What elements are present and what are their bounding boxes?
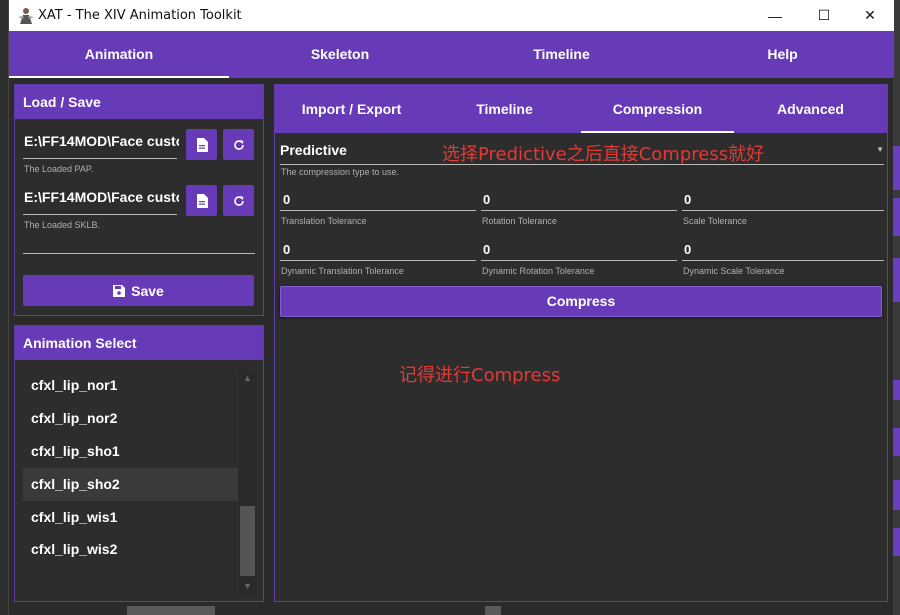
list-item[interactable]: cfxl_lip_nor2 xyxy=(23,402,238,435)
scroll-thumb[interactable] xyxy=(240,506,255,576)
scale-tolerance-label: Scale Tolerance xyxy=(683,216,747,226)
title-bar: XAT - The XIV Animation Toolkit — ☐ ✕ xyxy=(9,0,894,31)
scale-tolerance-underline xyxy=(682,210,884,211)
compression-type-value: Predictive xyxy=(280,142,347,158)
tab-advanced[interactable]: Advanced xyxy=(734,85,887,133)
close-button[interactable]: ✕ xyxy=(847,0,893,31)
app-logo-icon xyxy=(18,8,34,24)
sklb-help-text: The Loaded SKLB. xyxy=(24,220,101,230)
dynamic-translation-tolerance-input[interactable]: 0 xyxy=(283,242,290,257)
pap-reload-button[interactable] xyxy=(223,129,254,160)
tab-compression[interactable]: Compression xyxy=(581,85,734,133)
list-item[interactable]: cfxl_lip_wis2 xyxy=(23,533,238,566)
tab-timeline[interactable]: Timeline xyxy=(428,85,581,133)
background-taskbar-fragment xyxy=(127,606,215,615)
dynamic-scale-tolerance-label: Dynamic Scale Tolerance xyxy=(683,266,785,276)
scale-tolerance-input[interactable]: 0 xyxy=(684,192,691,207)
compress-button[interactable]: Compress xyxy=(280,286,882,317)
sklb-field-underline xyxy=(23,214,177,215)
pap-path-field[interactable]: E:\FF14MOD\Face custo xyxy=(24,133,179,149)
list-scrollbar[interactable]: ▲ ▼ xyxy=(239,370,256,594)
load-save-header: Load / Save xyxy=(15,85,263,119)
compression-type-help: The compression type to use. xyxy=(281,167,400,177)
save-button[interactable]: Save xyxy=(23,275,254,306)
dynamic-translation-tolerance-underline xyxy=(280,260,476,261)
file-icon xyxy=(196,193,208,208)
menu-tab-help[interactable]: Help xyxy=(672,31,893,78)
rotation-tolerance-input[interactable]: 0 xyxy=(483,192,490,207)
refresh-icon xyxy=(233,139,244,150)
dynamic-scale-tolerance-input[interactable]: 0 xyxy=(684,242,691,257)
list-item[interactable]: cfxl_lip_wis1 xyxy=(23,501,238,534)
chevron-down-icon: ▼ xyxy=(876,145,884,154)
background-taskbar-fragment xyxy=(485,606,501,615)
dynamic-rotation-tolerance-underline xyxy=(481,260,677,261)
tab-import-export[interactable]: Import / Export xyxy=(275,85,428,133)
sklb-reload-button[interactable] xyxy=(223,185,254,216)
app-window: XAT - The XIV Animation Toolkit — ☐ ✕ An… xyxy=(8,0,894,615)
scroll-up-arrow-icon[interactable]: ▲ xyxy=(239,370,256,386)
content-tab-bar: Import / Export Timeline Compression Adv… xyxy=(275,85,887,133)
dynamic-rotation-tolerance-input[interactable]: 0 xyxy=(483,242,490,257)
scroll-down-arrow-icon[interactable]: ▼ xyxy=(239,578,256,594)
main-menu-bar: Animation Skeleton Timeline Help xyxy=(9,31,894,78)
translation-tolerance-label: Translation Tolerance xyxy=(281,216,367,226)
window-title: XAT - The XIV Animation Toolkit xyxy=(38,8,242,23)
save-icon xyxy=(113,284,126,297)
refresh-icon xyxy=(233,195,244,206)
menu-tab-timeline[interactable]: Timeline xyxy=(451,31,672,78)
empty-field-underline xyxy=(23,253,255,254)
pap-help-text: The Loaded PAP. xyxy=(24,164,94,174)
list-item[interactable]: cfxl_lip_nor1 xyxy=(23,369,238,402)
rotation-tolerance-underline xyxy=(481,210,677,211)
translation-tolerance-input[interactable]: 0 xyxy=(283,192,290,207)
save-button-label: Save xyxy=(131,282,164,299)
dynamic-translation-tolerance-label: Dynamic Translation Tolerance xyxy=(281,266,404,276)
dynamic-rotation-tolerance-label: Dynamic Rotation Tolerance xyxy=(482,266,595,276)
dynamic-scale-tolerance-underline xyxy=(682,260,884,261)
sklb-path-field[interactable]: E:\FF14MOD\Face custo xyxy=(24,189,179,205)
rotation-tolerance-label: Rotation Tolerance xyxy=(482,216,557,226)
maximize-button[interactable]: ☐ xyxy=(801,0,847,31)
animation-select-panel: Animation Select cfxl_lip_nor1 cfxl_lip_… xyxy=(14,325,264,602)
pap-open-button[interactable] xyxy=(186,129,217,160)
sklb-open-button[interactable] xyxy=(186,185,217,216)
list-item[interactable]: cfxl_lip_sho1 xyxy=(23,435,238,468)
translation-tolerance-underline xyxy=(280,210,476,211)
list-item-selected[interactable]: cfxl_lip_sho2 xyxy=(23,468,238,501)
load-save-panel: Load / Save E:\FF14MOD\Face custo The Lo… xyxy=(14,84,264,316)
annotation-note-2: 记得进行Compress xyxy=(399,365,561,386)
menu-tab-skeleton[interactable]: Skeleton xyxy=(229,31,451,78)
animation-select-header: Animation Select xyxy=(15,326,263,360)
menu-tab-animation[interactable]: Animation xyxy=(9,31,229,78)
minimize-button[interactable]: — xyxy=(752,0,798,31)
background-window-edge xyxy=(892,0,900,615)
annotation-note-1: 选择Predictive之后直接Compress就好 xyxy=(442,144,765,165)
pap-field-underline xyxy=(23,158,177,159)
file-icon xyxy=(196,137,208,152)
